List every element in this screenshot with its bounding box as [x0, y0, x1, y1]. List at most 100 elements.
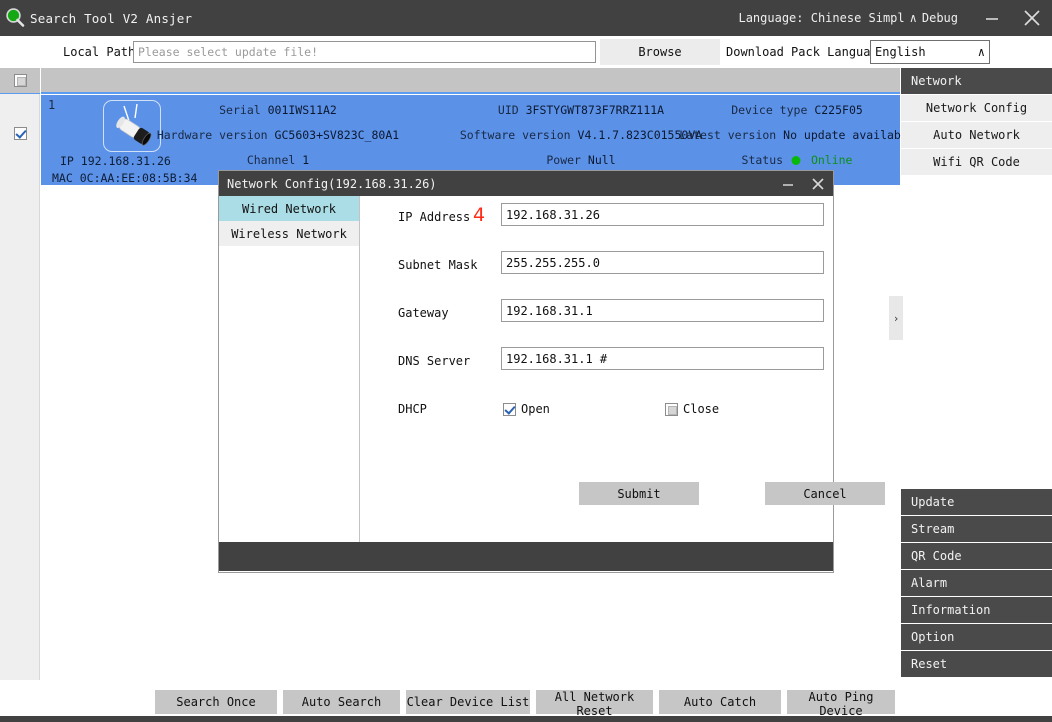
field-hardware-version-label: Hardware version [156, 128, 268, 142]
dhcp-open-label: Open [521, 402, 550, 416]
minimize-icon[interactable] [972, 0, 1012, 36]
dialog-footer [219, 542, 833, 571]
field-latest-version-label: Latest version [679, 128, 777, 142]
tab-wireless-network[interactable]: Wireless Network [219, 221, 359, 246]
gateway-label: Gateway [398, 306, 449, 320]
toolbar: Local Path: Browse Download Pack Languag… [0, 36, 1052, 68]
dhcp-open-checkbox[interactable] [503, 402, 516, 416]
dhcp-close-checkbox[interactable] [665, 402, 678, 416]
chevron-up-icon[interactable]: ∧ [910, 11, 917, 25]
search-magnifier-icon [4, 7, 26, 29]
local-path-input[interactable] [133, 41, 596, 63]
field-power-value: Null [587, 153, 616, 167]
title-bar: Search Tool V2 Ansjer Language: Chinese … [0, 0, 1052, 36]
row-select-cell [0, 94, 40, 172]
download-pack-language-value: English [875, 45, 926, 59]
sidebar-item-wifi-qr-code[interactable]: Wifi QR Code [901, 149, 1052, 176]
download-pack-language-select[interactable]: English ∧ [870, 40, 990, 64]
tools-menu: Update Stream QR Code Alarm Information … [901, 489, 1052, 678]
sidebar-item-information[interactable]: Information [901, 597, 1052, 624]
network-menu-header: Network [901, 68, 1052, 95]
form-row-subnet-mask: Subnet Mask [360, 244, 833, 292]
field-device-type-label: Device type [731, 103, 808, 117]
status-badge: Status Online [742, 153, 853, 167]
dhcp-label: DHCP [398, 402, 427, 416]
dhcp-open-option[interactable]: Open [503, 402, 550, 416]
form-row-ip-address: IP Address 4 [360, 196, 833, 244]
form-row-gateway: Gateway [360, 292, 833, 340]
app-title: Search Tool V2 Ansjer [30, 10, 193, 26]
field-device-type-value: C225F05 [814, 103, 863, 117]
ip-address-input[interactable] [501, 203, 824, 226]
subnet-mask-input[interactable] [501, 251, 824, 274]
sidebar-item-reset[interactable]: Reset [901, 651, 1052, 678]
field-uid: UID 3FSTYGWT873F7RRZ111A [498, 103, 664, 117]
tab-wired-network[interactable]: Wired Network [219, 196, 359, 221]
chevron-right-icon[interactable]: › [889, 296, 903, 340]
auto-catch-button[interactable]: Auto Catch [659, 690, 781, 714]
cancel-button[interactable]: Cancel [765, 482, 885, 505]
sidebar-item-alarm[interactable]: Alarm [901, 570, 1052, 597]
dialog-title: Network Config(192.168.31.26) [227, 176, 437, 191]
debug-label[interactable]: Debug [922, 11, 958, 25]
chevron-up-icon: ∧ [977, 45, 985, 59]
selection-column [0, 68, 40, 680]
field-channel: Channel 1 [247, 153, 309, 167]
download-pack-language-label: Download Pack Language: [726, 45, 893, 59]
field-serial: Serial 001IWS11A2 [219, 103, 337, 117]
form-row-dns-server: DNS Server [360, 340, 833, 388]
field-device-type: Device type C225F05 [731, 103, 863, 117]
dialog-actions: Submit Cancel [360, 428, 885, 518]
submit-button[interactable]: Submit [579, 482, 699, 505]
field-status-label: Status [741, 153, 784, 167]
dialog-body: Wired Network Wireless Network IP Addres… [219, 196, 885, 542]
field-power: Power Null [546, 153, 615, 167]
field-status-value: Online [810, 153, 853, 167]
annotation-marker: 4 [473, 204, 486, 226]
browse-button[interactable]: Browse [600, 39, 720, 65]
device-list-header [41, 68, 900, 94]
row-fields-line2: Hardware version GC5603+SV823C_80A1 Soft… [41, 128, 915, 153]
ip-address-label: IP Address [398, 210, 471, 224]
app-window: Search Tool V2 Ansjer Language: Chinese … [0, 0, 1052, 722]
search-once-button[interactable]: Search Once [155, 690, 277, 714]
row-select-checkbox[interactable] [13, 126, 27, 140]
all-network-reset-button[interactable]: All Network Reset [536, 690, 653, 718]
title-bar-right: Language: Chinese Simpl ∧ Debug [738, 0, 1052, 36]
field-serial-label: Serial [219, 103, 261, 117]
sidebar-item-network-config[interactable]: Network Config [901, 95, 1052, 122]
title-bar-left: Search Tool V2 Ansjer [0, 7, 192, 29]
dhcp-close-label: Close [683, 402, 720, 416]
field-uid-label: UID [497, 103, 519, 117]
sidebar-item-update[interactable]: Update [901, 489, 1052, 516]
dns-server-input[interactable] [501, 347, 824, 370]
field-channel-label: Channel [246, 153, 296, 167]
field-uid-value: 3FSTYGWT873F7RRZ111A [525, 103, 665, 117]
dialog-close-icon[interactable] [803, 171, 833, 196]
field-channel-value: 1 [302, 153, 310, 167]
window-bottom-strip [0, 716, 1052, 722]
auto-ping-device-button[interactable]: Auto Ping Device [787, 690, 895, 718]
field-power-label: Power [546, 153, 581, 167]
form-row-dhcp: DHCP Open Close [360, 388, 833, 428]
dialog-title-bar: Network Config(192.168.31.26) [219, 171, 833, 196]
sidebar-item-qr-code[interactable]: QR Code [901, 543, 1052, 570]
auto-search-button[interactable]: Auto Search [283, 690, 400, 714]
row-fields: Serial 001IWS11A2 UID 3FSTYGWT873F7RRZ11… [41, 103, 915, 178]
clear-device-list-button[interactable]: Clear Device List [406, 690, 530, 714]
dialog-minimize-icon[interactable] [773, 171, 803, 196]
field-software-version: Software version V4.1.7.823C01550VA [460, 128, 702, 142]
language-label[interactable]: Language: Chinese Simpl [738, 11, 904, 25]
sidebar-item-auto-network[interactable]: Auto Network [901, 122, 1052, 149]
network-config-dialog: Network Config(192.168.31.26) Wired Netw… [219, 171, 885, 572]
close-icon[interactable] [1012, 0, 1052, 36]
sidebar-item-option[interactable]: Option [901, 624, 1052, 651]
dhcp-close-option[interactable]: Close [665, 402, 719, 416]
row-fields-line1: Serial 001IWS11A2 UID 3FSTYGWT873F7RRZ11… [41, 103, 900, 128]
gateway-input[interactable] [501, 299, 824, 322]
sidebar-item-stream[interactable]: Stream [901, 516, 1052, 543]
field-hardware-version: Hardware version GC5603+SV823C_80A1 [157, 128, 399, 142]
local-path-label: Local Path: [63, 45, 143, 59]
select-all-checkbox[interactable] [13, 74, 27, 87]
network-menu: Network Network Config Auto Network Wifi… [901, 68, 1052, 176]
